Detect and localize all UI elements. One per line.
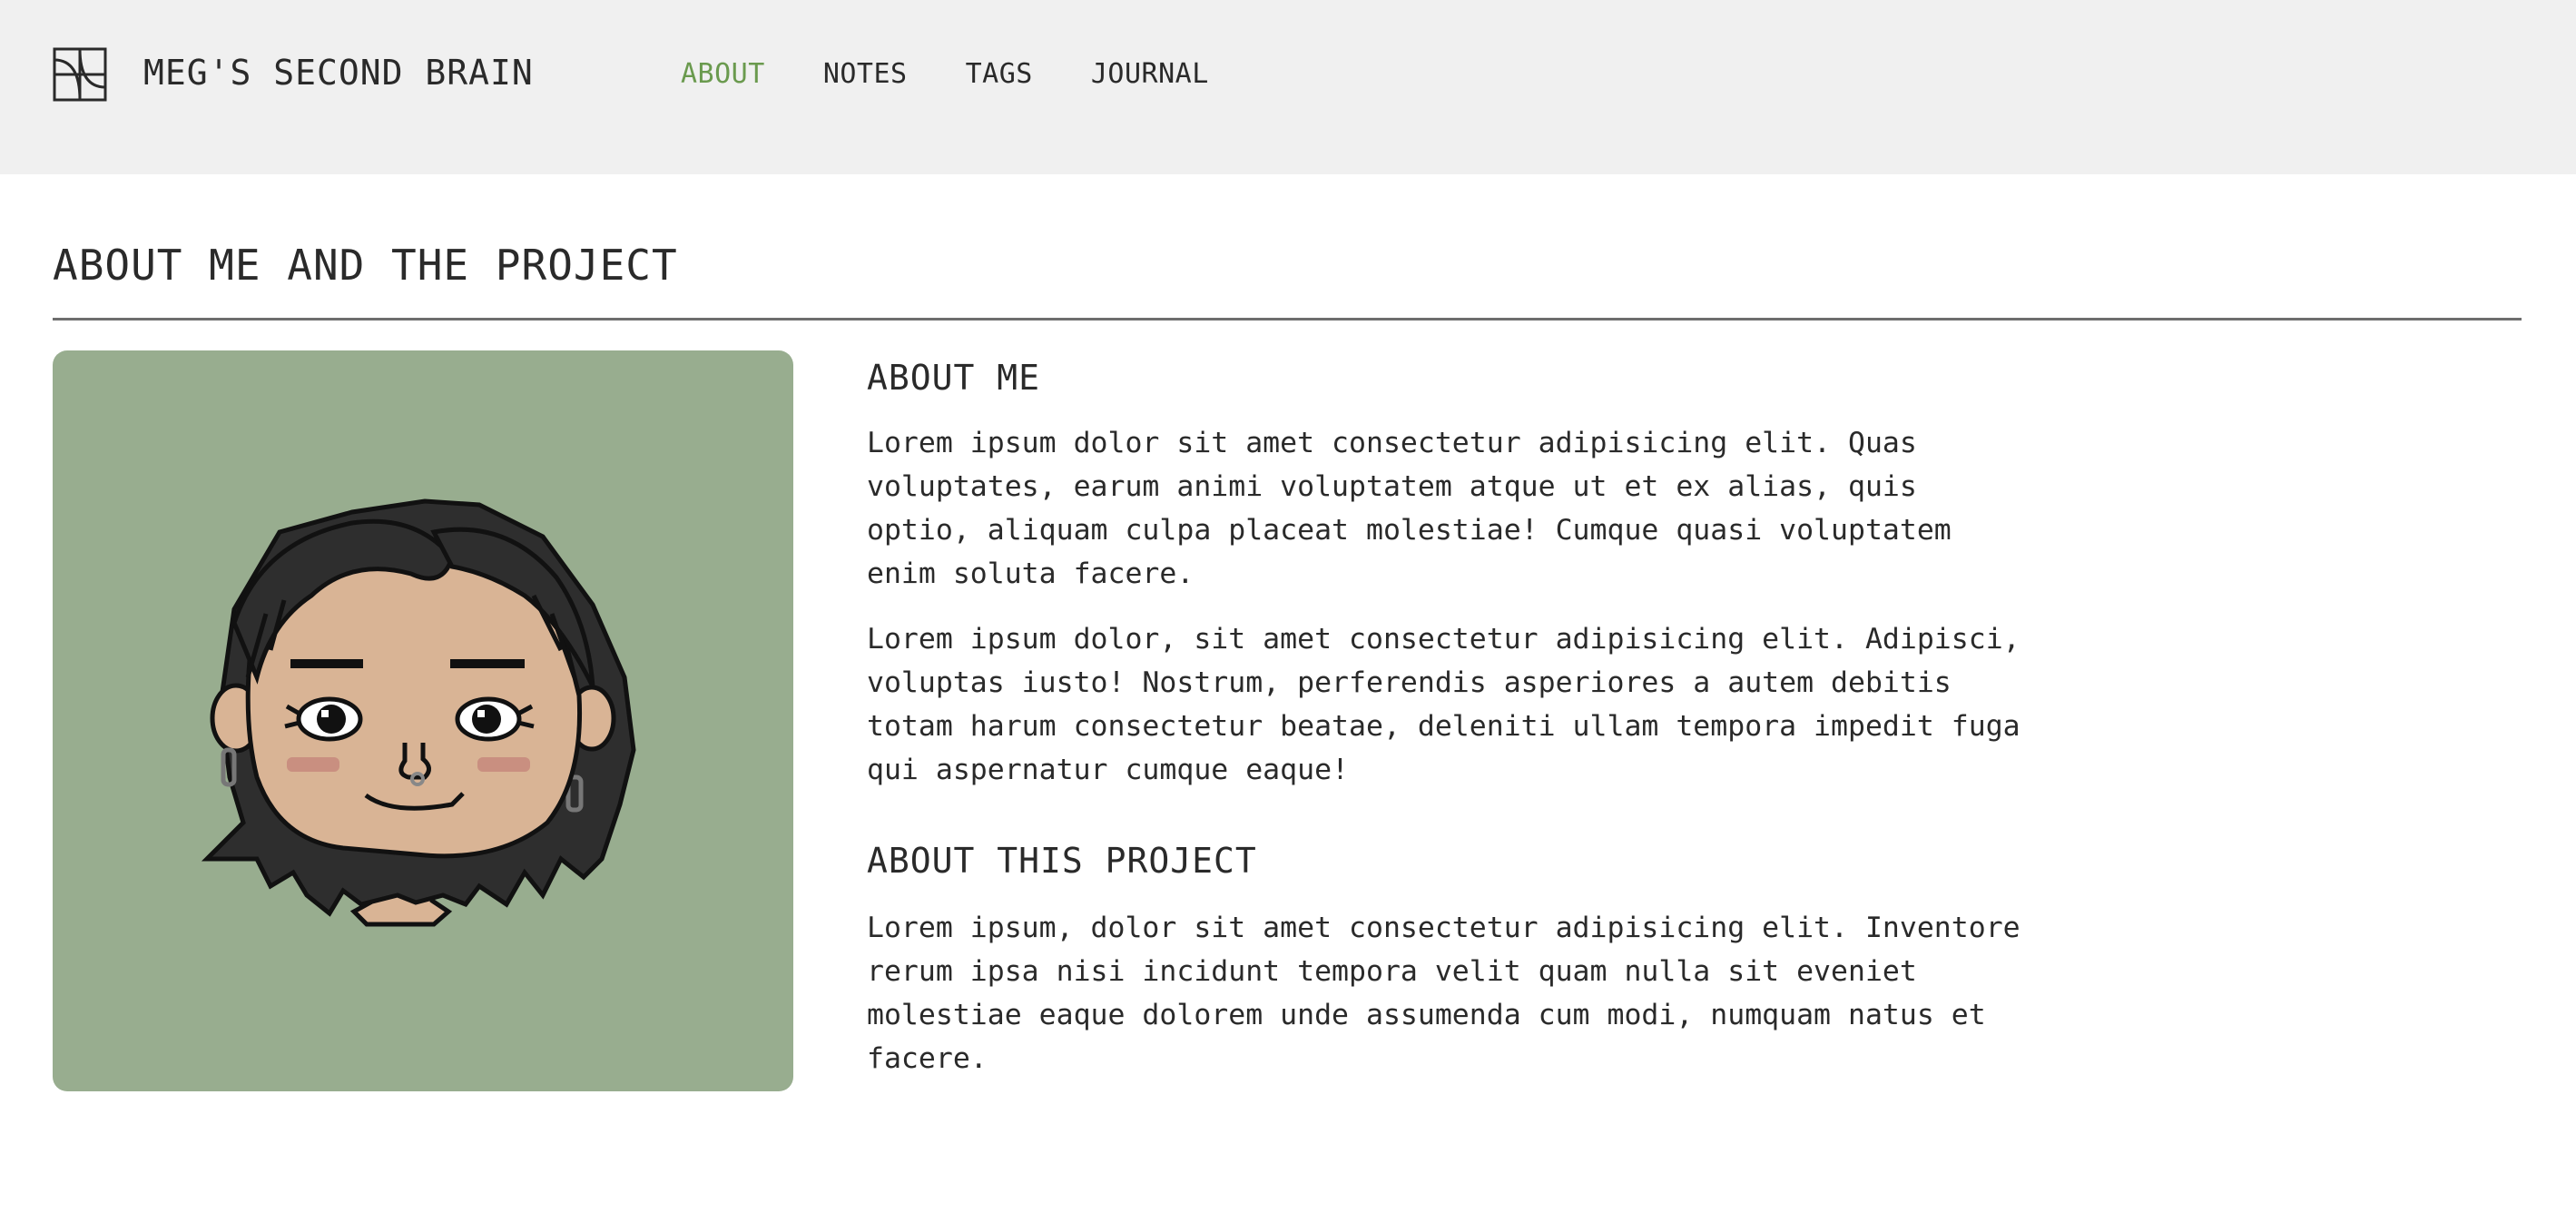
avatar-right-eyebrow xyxy=(450,659,525,668)
nav-item-tags[interactable]: TAGS xyxy=(966,56,1033,93)
about-me-paragraph-1: Lorem ipsum dolor sit amet consectetur a… xyxy=(867,427,1952,590)
top-navigation-bar: MEG'S SECOND BRAIN ABOUT NOTES TAGS JOUR… xyxy=(0,0,2576,174)
avatar-left-blush xyxy=(287,757,339,772)
avatar-card xyxy=(53,350,793,1091)
title-divider xyxy=(53,318,2522,321)
about-project-paragraph-1: Lorem ipsum, dolor sit amet consectetur … xyxy=(867,912,2020,1075)
about-me-heading: ABOUT ME xyxy=(867,358,1041,398)
pixel-avatar-illustration xyxy=(201,498,636,927)
about-project-heading: ABOUT THIS PROJECT xyxy=(867,841,1257,881)
about-me-paragraph-2: Lorem ipsum dolor, sit amet consectetur … xyxy=(867,623,2020,786)
square-curves-logo-icon[interactable] xyxy=(53,47,107,102)
avatar-right-blush xyxy=(477,757,530,772)
main-nav: ABOUT NOTES TAGS JOURNAL xyxy=(681,56,1209,93)
nav-item-about[interactable]: ABOUT xyxy=(681,56,765,93)
page-title: ABOUT ME AND THE PROJECT xyxy=(53,241,678,290)
main-content: ABOUT ME Lorem ipsum dolor sit amet cons… xyxy=(867,354,2029,1080)
site-title[interactable]: MEG'S SECOND BRAIN xyxy=(143,51,534,94)
nav-item-notes[interactable]: NOTES xyxy=(823,56,908,93)
avatar-left-eyebrow xyxy=(290,659,363,668)
nav-item-journal[interactable]: JOURNAL xyxy=(1091,56,1209,93)
